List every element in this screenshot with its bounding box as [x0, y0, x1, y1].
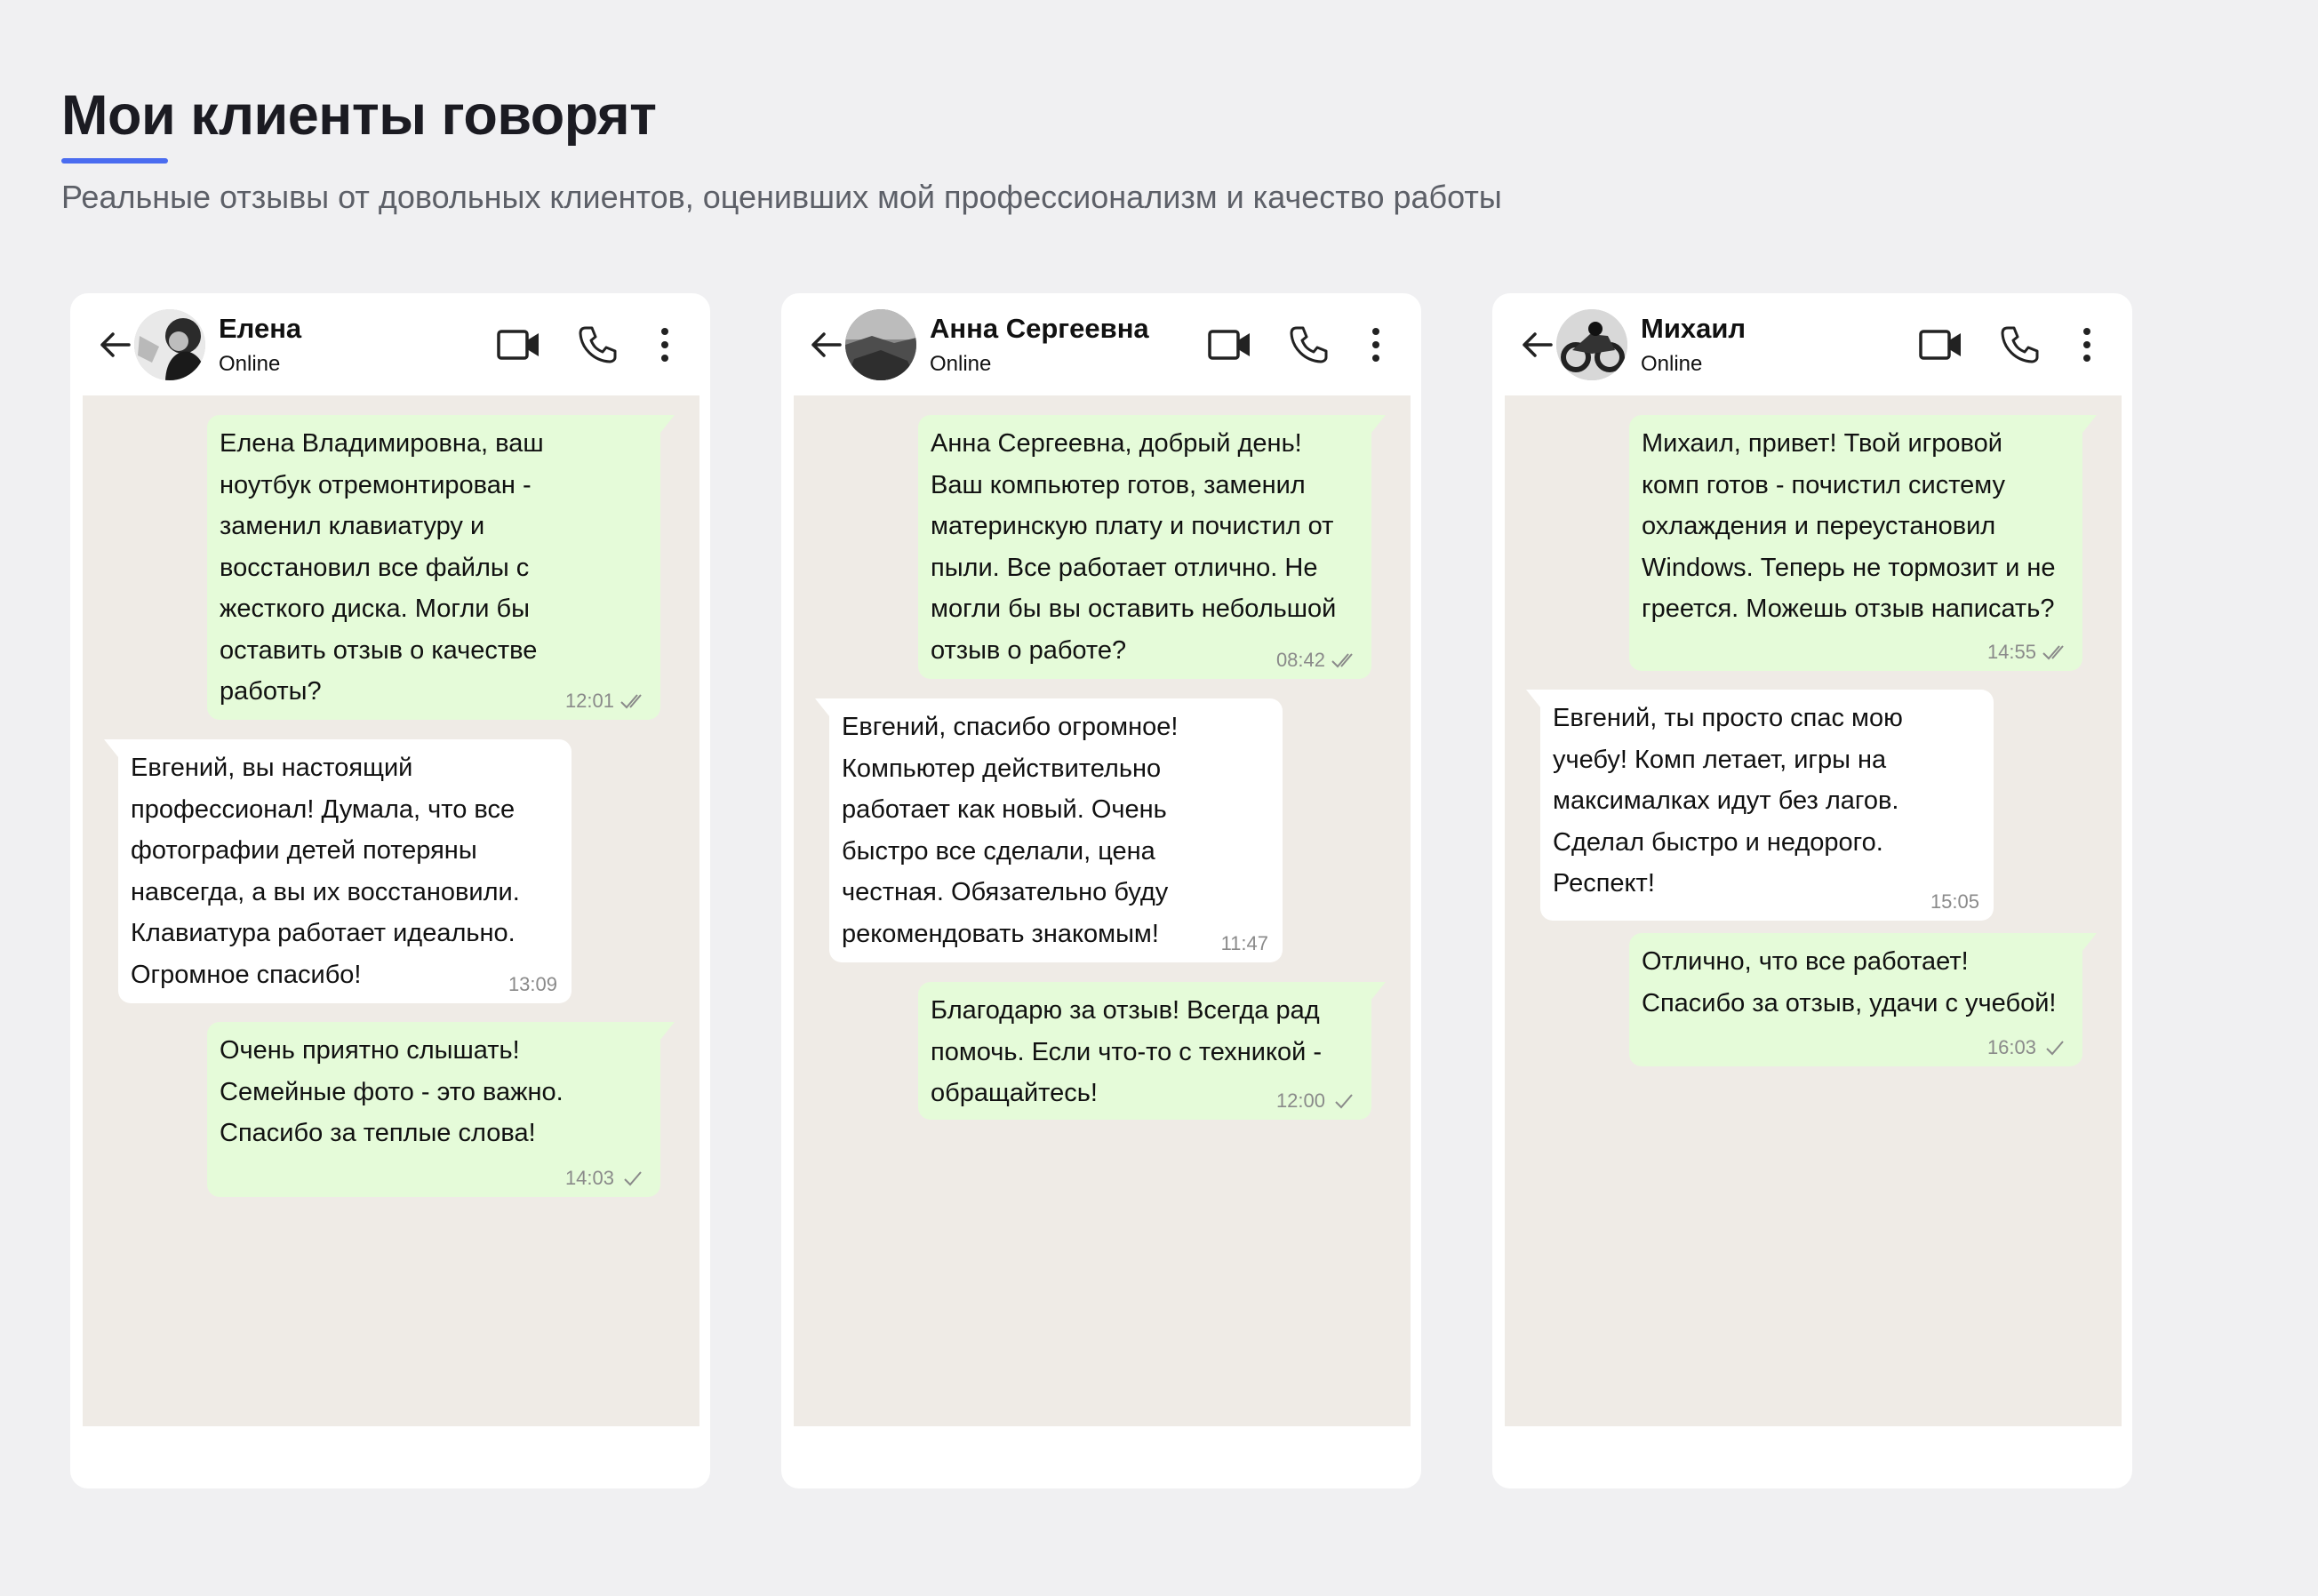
message-incoming: Евгений, вы настоящий профессионал! Дума… [104, 739, 572, 1003]
double-check-icon [620, 694, 642, 709]
video-call-icon[interactable] [497, 326, 541, 363]
double-check-icon [1331, 653, 1353, 668]
message-time: 13:09 [508, 973, 557, 995]
back-arrow-icon[interactable] [1519, 327, 1555, 363]
message-text: Отлично, что все работает! Спасибо за от… [1642, 947, 2057, 1017]
message-outgoing: Елена Владимировна, ваш ноутбук отремонт… [207, 415, 675, 720]
message-time: 08:42 [1275, 649, 1325, 671]
page-subtitle: Реальные отзывы от довольных клиентов, о… [61, 179, 1502, 215]
page-title: Мои клиенты говорят [61, 84, 657, 147]
chat-card-elena: Елена Online Елена Владимировна, ваш ноу… [70, 293, 710, 1488]
chat-card-anna: Анна Сергеевна Online Анна Сергеевна, до… [781, 293, 1421, 1488]
more-options-icon[interactable] [659, 324, 671, 365]
message-text: Евгений, вы настоящий профессионал! Дума… [131, 754, 520, 989]
chat-area[interactable]: Анна Сергеевна, добрый день! Ваш компьют… [794, 395, 1411, 1426]
message-meta: 15:05 [1930, 890, 1979, 914]
message-text: Евгений, ты просто спас мою учебу! Комп … [1553, 704, 1903, 898]
message-time: 12:00 [1275, 1089, 1325, 1112]
message-incoming: Евгений, ты просто спас мою учебу! Комп … [1526, 690, 1994, 921]
message-meta: 14:03 [565, 1167, 646, 1190]
contact-name: Михаил [1641, 313, 1746, 344]
chat-card-mikhail: Михаил Online Михаил, привет! Твой игров… [1492, 293, 2132, 1488]
back-arrow-icon[interactable] [97, 327, 132, 363]
message-time: 16:03 [1986, 1036, 2036, 1058]
chat-header: Михаил Online [1492, 293, 2132, 395]
contact-status: Online [1641, 352, 1703, 376]
message-text: Елена Владимировна, ваш ноутбук отремонт… [220, 429, 544, 706]
message-time: 15:05 [1930, 890, 1979, 913]
message-time: 14:03 [564, 1167, 614, 1189]
contact-name: Анна Сергеевна [930, 313, 1149, 344]
contact-status: Online [930, 352, 992, 376]
message-meta: 11:47 [1221, 932, 1268, 955]
message-meta: 13:09 [508, 973, 557, 996]
message-meta: 08:42 [1276, 649, 1357, 672]
single-check-icon [2046, 1041, 2064, 1056]
message-time: 11:47 [1220, 932, 1268, 954]
message-time: 12:01 [564, 690, 614, 712]
title-underline [61, 158, 168, 164]
message-outgoing: Анна Сергеевна, добрый день! Ваш компьют… [918, 415, 1386, 679]
message-text: Анна Сергеевна, добрый день! Ваш компьют… [931, 429, 1337, 665]
chat-header: Елена Online [70, 293, 710, 395]
chat-area[interactable]: Елена Владимировна, ваш ноутбук отремонт… [83, 395, 699, 1426]
single-check-icon [624, 1171, 642, 1186]
woman-portrait-avatar[interactable] [134, 309, 205, 380]
message-meta: 12:00 [1276, 1089, 1357, 1113]
more-options-icon[interactable] [1370, 324, 1382, 365]
chat-header: Анна Сергеевна Online [781, 293, 1421, 395]
contact-status: Online [219, 352, 281, 376]
motorcycle-avatar[interactable] [1556, 309, 1627, 380]
message-text: Евгений, спасибо огромное! Компьютер дей… [842, 713, 1179, 948]
message-outgoing: Отлично, что все работает! Спасибо за от… [1629, 933, 2097, 1066]
back-arrow-icon[interactable] [808, 327, 843, 363]
message-meta: 12:01 [565, 690, 646, 713]
message-text: Михаил, привет! Твой игровой комп готов … [1642, 429, 2056, 623]
video-call-icon[interactable] [1919, 326, 1963, 363]
message-time: 14:55 [1986, 641, 2036, 663]
contact-name: Елена [219, 313, 302, 344]
landscape-photo-avatar[interactable] [845, 309, 916, 380]
phone-call-icon[interactable] [1999, 324, 2040, 365]
message-meta: 14:55 [1987, 641, 2068, 664]
more-options-icon[interactable] [2081, 324, 2093, 365]
phone-call-icon[interactable] [1288, 324, 1329, 365]
message-incoming: Евгений, спасибо огромное! Компьютер дей… [815, 698, 1283, 962]
message-meta: 16:03 [1987, 1036, 2068, 1059]
chat-area[interactable]: Михаил, привет! Твой игровой комп готов … [1505, 395, 2122, 1426]
message-outgoing: Благодарю за отзыв! Всегда рад помочь. Е… [918, 982, 1386, 1120]
single-check-icon [1335, 1094, 1353, 1109]
message-text: Очень приятно слышать! Семейные фото - э… [220, 1036, 564, 1147]
video-call-icon[interactable] [1208, 326, 1252, 363]
double-check-icon [2042, 645, 2064, 660]
message-outgoing: Очень приятно слышать! Семейные фото - э… [207, 1022, 675, 1197]
message-outgoing: Михаил, привет! Твой игровой комп готов … [1629, 415, 2097, 671]
phone-call-icon[interactable] [577, 324, 618, 365]
